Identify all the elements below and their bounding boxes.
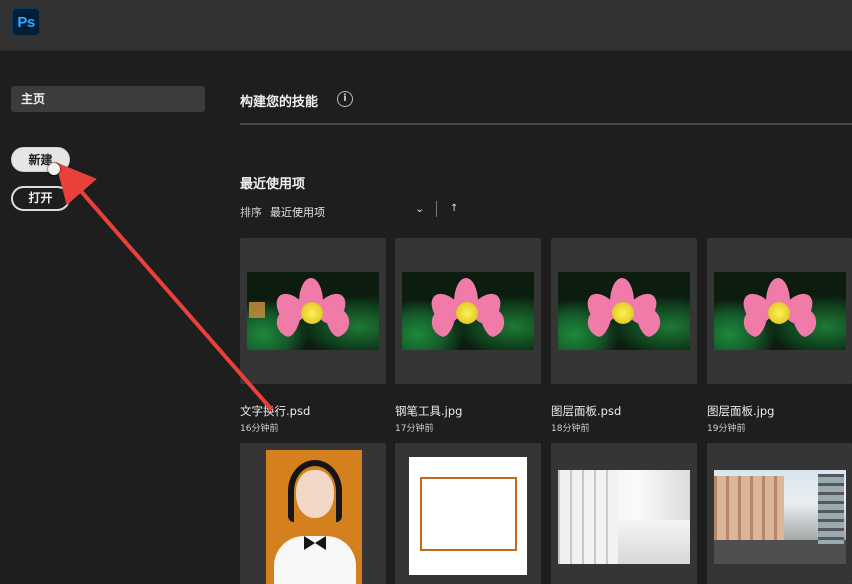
open-button[interactable]: 打开 <box>11 186 70 211</box>
top-bar: Ps <box>0 0 852 51</box>
new-button[interactable]: 新建 <box>11 147 70 172</box>
sort-separator <box>436 201 437 217</box>
mouse-cursor <box>48 163 60 175</box>
recent-file-card[interactable] <box>551 443 697 584</box>
recent-file-card[interactable] <box>707 443 852 584</box>
file-thumbnail <box>714 272 846 350</box>
sidebar-item-home[interactable]: 主页 <box>11 86 205 112</box>
chevron-down-icon[interactable]: ⌄ <box>415 202 424 215</box>
recent-file-card[interactable] <box>707 238 852 384</box>
home-content: 构建您的技能 i 最近使用项 排序 最近使用项 ⌄ ↑ 文字换行.psd 16分… <box>218 51 852 584</box>
recent-file-card[interactable] <box>395 238 541 384</box>
info-icon[interactable]: i <box>337 91 353 107</box>
section-divider <box>240 123 852 125</box>
file-time: 18分钟前 <box>551 424 590 434</box>
photoshop-logo[interactable]: Ps <box>12 8 40 36</box>
recent-heading: 最近使用项 <box>240 177 306 192</box>
file-thumbnail <box>266 450 362 584</box>
file-thumbnail <box>247 272 379 350</box>
selection-marker <box>249 302 265 318</box>
recent-file-card[interactable] <box>240 238 386 384</box>
recent-file-card[interactable] <box>240 443 386 584</box>
file-thumbnail <box>402 272 534 350</box>
file-name[interactable]: 图层面板.psd <box>551 403 621 419</box>
recent-file-card[interactable] <box>395 443 541 584</box>
file-time: 17分钟前 <box>395 424 434 434</box>
sort-direction-icon[interactable]: ↑ <box>450 203 458 214</box>
file-name[interactable]: 钢笔工具.jpg <box>395 403 462 419</box>
file-thumbnail <box>409 457 527 575</box>
skills-heading: 构建您的技能 <box>240 95 319 110</box>
file-time: 16分钟前 <box>240 424 279 434</box>
file-name[interactable]: 文字换行.psd <box>240 403 310 419</box>
file-thumbnail <box>558 470 690 564</box>
file-time: 19分钟前 <box>707 424 746 434</box>
file-thumbnail <box>714 470 846 564</box>
sort-label: 排序 <box>240 206 262 219</box>
file-thumbnail <box>558 272 690 350</box>
recent-file-card[interactable] <box>551 238 697 384</box>
sort-dropdown[interactable]: 最近使用项 <box>270 204 325 220</box>
file-name[interactable]: 图层面板.jpg <box>707 403 774 419</box>
sidebar: 主页 新建 打开 <box>0 51 218 584</box>
